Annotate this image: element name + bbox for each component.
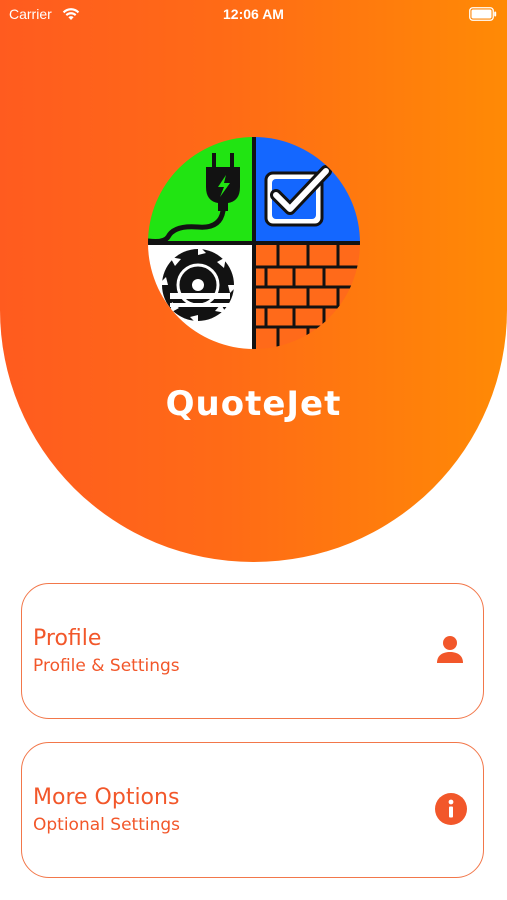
battery-icon bbox=[469, 7, 497, 24]
info-icon bbox=[435, 793, 467, 825]
profile-card[interactable]: Profile Profile & Settings bbox=[21, 583, 484, 719]
more-options-subtitle: Optional Settings bbox=[33, 815, 181, 835]
person-icon bbox=[435, 634, 465, 666]
app-title: QuoteJet bbox=[165, 384, 342, 424]
more-options-title: More Options bbox=[33, 785, 180, 810]
status-bar: Carrier 12:06 AM bbox=[0, 0, 507, 30]
clock: 12:06 AM bbox=[223, 6, 284, 22]
profile-title: Profile bbox=[33, 626, 102, 651]
more-options-card[interactable]: More Options Optional Settings bbox=[21, 742, 484, 878]
app-logo bbox=[148, 137, 360, 349]
profile-subtitle: Profile & Settings bbox=[33, 656, 180, 676]
